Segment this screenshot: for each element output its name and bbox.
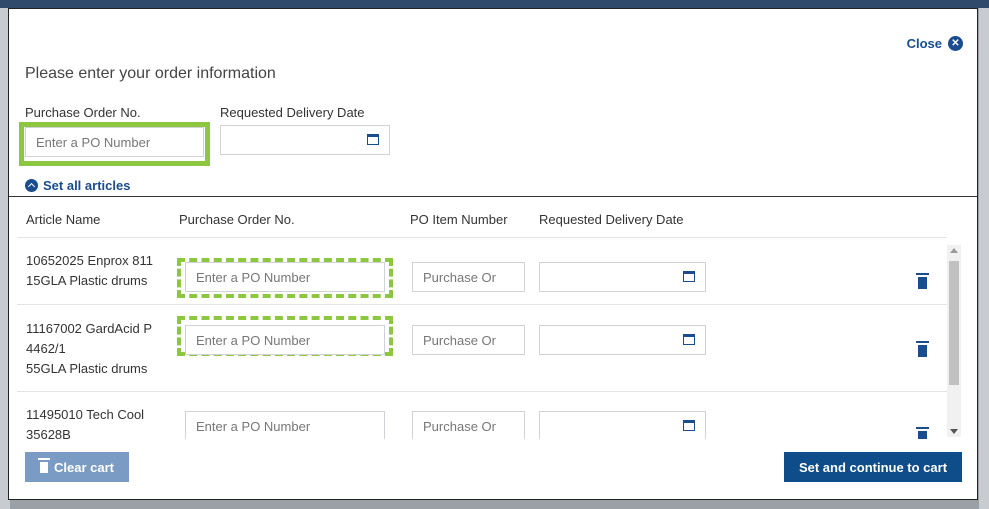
row-delivery-date-input[interactable] (539, 262, 706, 292)
set-and-continue-label: Set and continue to cart (798, 459, 948, 475)
article-name: 11167002 GardAcid P 4462/1 55GLA Plastic… (26, 319, 174, 379)
row-delivery-date-input[interactable] (539, 411, 706, 439)
calendar-icon[interactable] (683, 271, 695, 282)
trash-icon (38, 457, 50, 473)
article-list: 10652025 Enprox 811 15GLA Plastic drums … (17, 238, 947, 439)
article-line: 11495010 Tech Cool (26, 407, 145, 422)
section-divider (9, 196, 977, 197)
calendar-icon[interactable] (367, 134, 379, 145)
delivery-date-input[interactable] (220, 125, 390, 155)
header-article-name: Article Name (26, 212, 101, 227)
row-item-number-input[interactable] (412, 325, 525, 355)
article-line: 15GLA Plastic drums (26, 273, 148, 288)
po-label: Purchase Order No. (25, 105, 141, 120)
scroll-up-icon[interactable] (950, 248, 958, 253)
article-name: 11495010 Tech Cool 35628B (26, 405, 174, 439)
row-delivery-date-input[interactable] (539, 325, 706, 355)
list-scrollbar[interactable] (947, 245, 961, 437)
trash-icon[interactable] (916, 341, 929, 357)
close-icon: ✕ (948, 36, 963, 51)
close-button[interactable]: Close ✕ (907, 36, 963, 51)
delivery-date-label: Requested Delivery Date (220, 105, 365, 120)
scroll-down-icon[interactable] (950, 429, 958, 434)
set-all-articles-label: Set all articles (43, 178, 131, 193)
trash-icon[interactable] (916, 427, 929, 439)
background-right (979, 8, 989, 509)
calendar-icon[interactable] (683, 420, 695, 431)
header-po-number: Purchase Order No. (179, 212, 295, 227)
modal-title: Please enter your order information (25, 65, 276, 82)
calendar-icon[interactable] (683, 334, 695, 345)
order-info-modal: Close ✕ Please enter your order informat… (8, 8, 978, 500)
row-item-number-input[interactable] (412, 411, 525, 439)
article-line: 55GLA Plastic drums (26, 361, 148, 376)
row-po-input[interactable] (185, 411, 385, 439)
close-label: Close (906, 36, 942, 51)
article-line: 4462/1 (26, 341, 66, 356)
scrollbar-thumb[interactable] (949, 261, 959, 385)
clear-cart-label: Clear cart (54, 459, 114, 475)
row-item-number-input[interactable] (412, 262, 525, 292)
article-name: 10652025 Enprox 811 15GLA Plastic drums (26, 251, 174, 291)
article-line: 11167002 GardAcid P (26, 321, 152, 336)
header-po-item-number: PO Item Number (410, 212, 508, 227)
table-row: 11495010 Tech Cool 35628B (17, 392, 947, 439)
clear-cart-button[interactable]: Clear cart (25, 452, 129, 482)
chevron-up-icon (25, 179, 38, 192)
set-and-continue-button[interactable]: Set and continue to cart (784, 452, 962, 482)
trash-icon[interactable] (916, 273, 929, 289)
header-delivery-date: Requested Delivery Date (539, 212, 684, 227)
row-po-input[interactable] (185, 262, 385, 292)
table-row: 11167002 GardAcid P 4462/1 55GLA Plastic… (17, 305, 947, 392)
row-po-input[interactable] (185, 325, 385, 355)
set-all-articles-link[interactable]: Set all articles (25, 178, 130, 193)
table-row: 10652025 Enprox 811 15GLA Plastic drums (17, 238, 947, 305)
background-header (0, 0, 989, 8)
article-line: 10652025 Enprox 811 (26, 253, 153, 268)
article-line: 35628B (26, 427, 71, 439)
po-number-input[interactable] (25, 127, 204, 157)
